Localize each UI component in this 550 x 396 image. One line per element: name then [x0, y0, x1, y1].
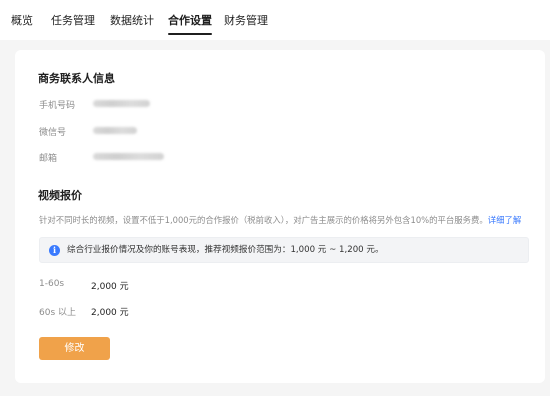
- price-row-label-short: 1-60s: [39, 279, 65, 289]
- pricing-section-title: 视频报价: [38, 189, 82, 202]
- info-icon: i: [49, 245, 60, 256]
- price-row-value-long: 2,000 元: [91, 308, 129, 318]
- wechat-label: 微信号: [39, 128, 67, 138]
- active-tab-indicator: [168, 33, 212, 35]
- learn-more-link[interactable]: 详细了解: [488, 215, 522, 225]
- email-label: 邮箱: [39, 154, 58, 164]
- phone-value-redacted: [93, 100, 150, 107]
- top-tab-bar: 概览 任务管理 数据统计 合作设置 财务管理: [0, 0, 550, 40]
- tab-data-statistics[interactable]: 数据统计: [110, 14, 154, 28]
- pricing-description: 针对不同时长的视频，设置不低于1,000元的合作报价（税前收入），对广告主展示的…: [39, 214, 521, 226]
- phone-label: 手机号码: [39, 101, 76, 111]
- email-value-redacted: [93, 153, 164, 160]
- tab-overview[interactable]: 概览: [11, 14, 33, 28]
- tab-cooperation-settings[interactable]: 合作设置: [168, 14, 212, 35]
- cooperation-settings-card: 商务联系人信息 手机号码 微信号 邮箱 视频报价 针对不同时长的视频，设置不低于…: [15, 50, 545, 383]
- tab-task-management[interactable]: 任务管理: [51, 14, 95, 28]
- contact-section-title: 商务联系人信息: [38, 72, 115, 85]
- edit-button[interactable]: 修改: [39, 337, 110, 360]
- tab-cooperation-settings-label: 合作设置: [168, 14, 212, 27]
- price-recommendation-notice: i 综合行业报价情况及你的账号表现，推荐视频报价范围为：1,000 元 ~ 1,…: [39, 237, 529, 263]
- notice-text: 综合行业报价情况及你的账号表现，推荐视频报价范围为：1,000 元 ~ 1,20…: [67, 245, 384, 255]
- price-row-value-short: 2,000 元: [91, 282, 129, 292]
- pricing-description-text: 针对不同时长的视频，设置不低于1,000元的合作报价（税前收入），对广告主展示的…: [39, 215, 488, 225]
- price-row-label-long: 60s 以上: [39, 308, 77, 318]
- wechat-value-redacted: [93, 127, 137, 134]
- tab-finance-management[interactable]: 财务管理: [224, 14, 268, 28]
